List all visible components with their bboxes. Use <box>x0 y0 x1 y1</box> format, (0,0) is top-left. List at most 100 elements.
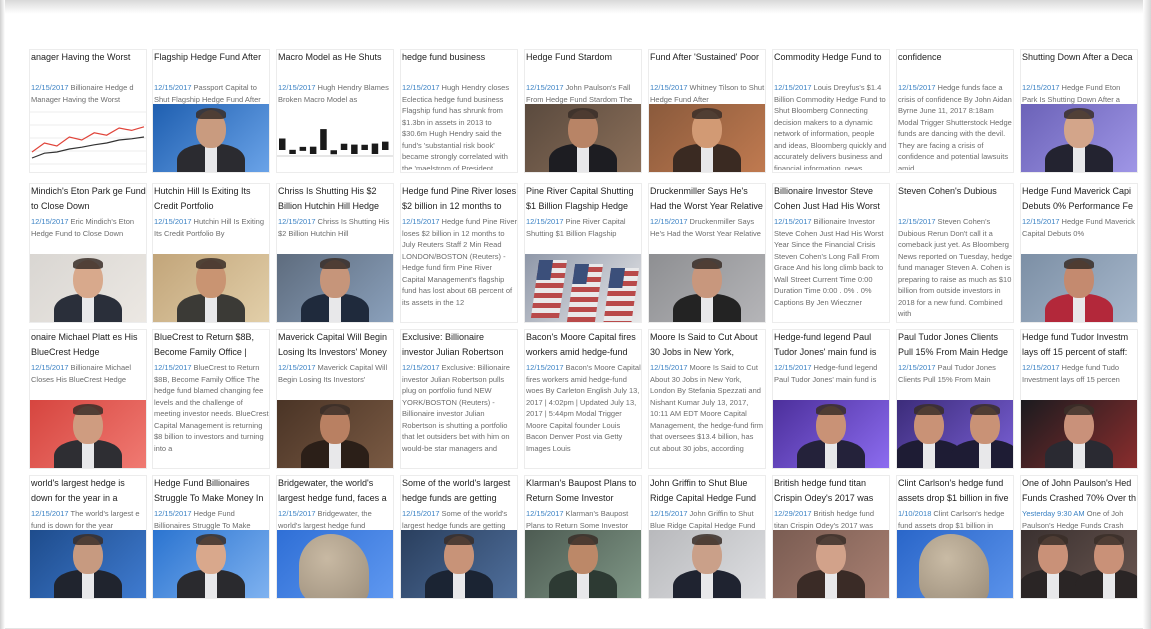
article-thumbnail[interactable] <box>1021 104 1137 172</box>
article-thumbnail[interactable] <box>153 254 269 322</box>
line-chart-thumbnail <box>30 111 146 165</box>
article-card[interactable]: Mindich's Eton Park ge Fund to Close Dow… <box>30 184 146 322</box>
article-thumbnail[interactable] <box>649 104 765 172</box>
article-thumbnail[interactable] <box>649 254 765 322</box>
article-title[interactable]: confidence <box>897 50 1013 80</box>
article-card[interactable]: onaire Michael Platt es His BlueCrest He… <box>30 330 146 468</box>
article-thumbnail[interactable] <box>30 254 146 322</box>
article-card[interactable]: world's largest hedge is down for the ye… <box>30 476 146 598</box>
article-thumbnail[interactable] <box>30 530 146 598</box>
article-title[interactable]: hedge fund business <box>401 50 517 80</box>
article-title[interactable]: onaire Michael Platt es His BlueCrest He… <box>30 330 146 360</box>
article-thumbnail[interactable] <box>525 254 641 322</box>
article-card[interactable]: Bridgewater, the world's largest hedge f… <box>277 476 393 598</box>
article-card[interactable]: Macro Model as He Shuts 12/15/2017 Hugh He… <box>277 50 393 172</box>
article-title[interactable]: Hedge-fund legend Paul Tudor Jones' main… <box>773 330 889 360</box>
article-thumbnail[interactable] <box>153 530 269 598</box>
article-card[interactable]: Hedge Fund Maverick Capi Debuts 0% Perfo… <box>1021 184 1137 322</box>
article-title[interactable]: Commodity Hedge Fund to <box>773 50 889 80</box>
article-thumbnail[interactable] <box>277 104 393 172</box>
article-thumbnail[interactable] <box>1021 400 1137 468</box>
article-card[interactable]: Hutchin Hill Is Exiting Its Credit Portf… <box>153 184 269 322</box>
article-card[interactable]: Clint Carlson's hedge fund assets drop $… <box>897 476 1013 598</box>
article-title[interactable]: Fund After 'Sustained' Poor <box>649 50 765 80</box>
article-title[interactable]: Klarman's Baupost Plans to Return Some I… <box>525 476 641 506</box>
article-title[interactable]: Hedge Fund Billionaires Struggle To Make… <box>153 476 269 506</box>
article-title[interactable]: Flagship Hedge Fund After <box>153 50 269 80</box>
article-thumbnail[interactable] <box>153 104 269 172</box>
article-title[interactable]: Billionaire Investor Steve Cohen Just Ha… <box>773 184 889 214</box>
article-title[interactable]: Steven Cohen's Dubious <box>897 184 1013 214</box>
article-card[interactable]: hedge fund business 12/15/2017 Hugh Hendry… <box>401 50 517 172</box>
article-thumbnail[interactable] <box>277 254 393 322</box>
article-title[interactable]: Exclusive: Billionaire investor Julian R… <box>401 330 517 360</box>
article-card[interactable]: Moore Is Said to Cut About 30 Jobs in Ne… <box>649 330 765 468</box>
article-title[interactable]: Shutting Down After a Deca <box>1021 50 1137 80</box>
article-thumbnail[interactable] <box>277 400 393 468</box>
article-date: 12/15/2017 <box>31 509 69 518</box>
article-card[interactable]: BlueCrest to Return $8B, Become Family O… <box>153 330 269 468</box>
article-card[interactable]: Maverick Capital Will Begin Losing Its I… <box>277 330 393 468</box>
article-card[interactable]: confidence 12/15/2017 Hedge funds face a c… <box>897 50 1013 172</box>
article-title[interactable]: Some of the world's largest hedge funds … <box>401 476 517 506</box>
article-card[interactable]: anager Having the Worst 12/15/2017 Billion… <box>30 50 146 172</box>
article-thumbnail[interactable] <box>773 400 889 468</box>
article-thumbnail[interactable] <box>401 530 517 598</box>
article-thumbnail[interactable] <box>1021 530 1137 598</box>
article-card[interactable]: Bacon's Moore Capital fires workers amid… <box>525 330 641 468</box>
article-thumbnail[interactable] <box>30 400 146 468</box>
article-card[interactable]: Hedge Fund Stardom 12/15/2017 John Paulson… <box>525 50 641 172</box>
article-card[interactable]: Commodity Hedge Fund to 12/15/2017 Louis D… <box>773 50 889 172</box>
article-card[interactable]: Paul Tudor Jones Clients Pull 15% From M… <box>897 330 1013 468</box>
article-thumbnail[interactable] <box>525 530 641 598</box>
article-thumbnail[interactable] <box>277 530 393 598</box>
article-title[interactable]: Moore Is Said to Cut About 30 Jobs in Ne… <box>649 330 765 360</box>
article-title[interactable]: British hedge fund titan Crispin Odey's … <box>773 476 889 506</box>
article-card[interactable]: Flagship Hedge Fund After 12/15/2017 Passp… <box>153 50 269 172</box>
article-title[interactable]: Chriss Is Shutting His $2 Billion Hutchi… <box>277 184 393 214</box>
article-title[interactable]: BlueCrest to Return $8B, Become Family O… <box>153 330 269 360</box>
article-title[interactable]: Hedge fund Pine River loses $2 billion i… <box>401 184 517 214</box>
article-thumbnail[interactable] <box>897 530 1013 598</box>
article-thumbnail[interactable] <box>649 530 765 598</box>
article-thumbnail[interactable] <box>525 104 641 172</box>
article-title[interactable]: Hutchin Hill Is Exiting Its Credit Portf… <box>153 184 269 214</box>
article-card[interactable]: Billionaire Investor Steve Cohen Just Ha… <box>773 184 889 322</box>
article-title[interactable]: anager Having the Worst <box>30 50 146 80</box>
article-title[interactable]: John Griffin to Shut Blue Ridge Capital … <box>649 476 765 506</box>
article-card[interactable]: Pine River Capital Shutting $1 Billion F… <box>525 184 641 322</box>
article-card[interactable]: Druckenmiller Says He's Had the Worst Ye… <box>649 184 765 322</box>
article-card[interactable]: British hedge fund titan Crispin Odey's … <box>773 476 889 598</box>
article-thumbnail[interactable] <box>30 104 146 172</box>
article-card[interactable]: Some of the world's largest hedge funds … <box>401 476 517 598</box>
article-title[interactable]: Clint Carlson's hedge fund assets drop $… <box>897 476 1013 506</box>
article-card[interactable]: Exclusive: Billionaire investor Julian R… <box>401 330 517 468</box>
article-title[interactable]: Hedge Fund Stardom <box>525 50 641 80</box>
article-thumbnail[interactable] <box>773 530 889 598</box>
article-card[interactable]: Chriss Is Shutting His $2 Billion Hutchi… <box>277 184 393 322</box>
article-title[interactable]: world's largest hedge is down for the ye… <box>30 476 146 506</box>
article-title[interactable]: Hedge fund Tudor Investm lays off 15 per… <box>1021 330 1137 360</box>
article-title[interactable]: Maverick Capital Will Begin Losing Its I… <box>277 330 393 360</box>
article-card[interactable]: Hedge-fund legend Paul Tudor Jones' main… <box>773 330 889 468</box>
article-title[interactable]: Macro Model as He Shuts <box>277 50 393 80</box>
article-card[interactable]: Steven Cohen's Dubious 12/15/2017 Steven C… <box>897 184 1013 322</box>
article-card[interactable]: Fund After 'Sustained' Poor 12/15/2017 Whi… <box>649 50 765 172</box>
article-card[interactable]: One of John Paulson's Hed Funds Crashed … <box>1021 476 1137 598</box>
article-title[interactable]: Hedge Fund Maverick Capi Debuts 0% Perfo… <box>1021 184 1137 214</box>
article-card[interactable]: Klarman's Baupost Plans to Return Some I… <box>525 476 641 598</box>
article-card[interactable]: Hedge Fund Billionaires Struggle To Make… <box>153 476 269 598</box>
article-title[interactable]: Pine River Capital Shutting $1 Billion F… <box>525 184 641 214</box>
article-title[interactable]: One of John Paulson's Hed Funds Crashed … <box>1021 476 1137 506</box>
article-card[interactable]: Hedge fund Pine River loses $2 billion i… <box>401 184 517 322</box>
article-title[interactable]: Druckenmiller Says He's Had the Worst Ye… <box>649 184 765 214</box>
article-thumbnail[interactable] <box>897 400 1013 468</box>
article-card[interactable]: Shutting Down After a Deca 12/15/2017 Hedg… <box>1021 50 1137 172</box>
article-title[interactable]: Mindich's Eton Park ge Fund to Close Dow… <box>30 184 146 214</box>
article-title[interactable]: Bacon's Moore Capital fires workers amid… <box>525 330 641 360</box>
article-title[interactable]: Paul Tudor Jones Clients Pull 15% From M… <box>897 330 1013 360</box>
article-title[interactable]: Bridgewater, the world's largest hedge f… <box>277 476 393 506</box>
article-card[interactable]: John Griffin to Shut Blue Ridge Capital … <box>649 476 765 598</box>
article-thumbnail[interactable] <box>1021 254 1137 322</box>
article-card[interactable]: Hedge fund Tudor Investm lays off 15 per… <box>1021 330 1137 468</box>
